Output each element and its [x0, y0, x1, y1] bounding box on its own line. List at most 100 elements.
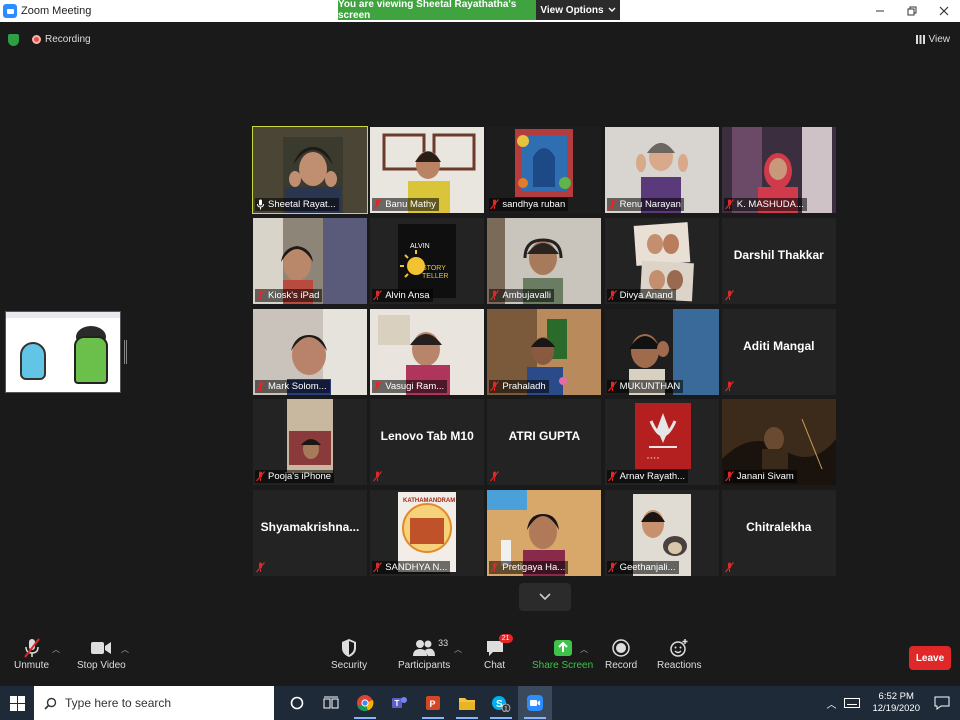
tray-chevron-up-icon[interactable]: ︿ [826, 696, 836, 711]
participant-name-label: Renu Narayan [606, 198, 684, 211]
video-options-caret[interactable]: ︿ [121, 644, 129, 654]
participant-tile[interactable]: Aditi Mangal [721, 308, 836, 395]
svg-text:P: P [430, 699, 436, 709]
svg-text:KATHAMANDRAM: KATHAMANDRAM [403, 498, 455, 504]
participant-tile[interactable]: Ambujavalli [487, 217, 602, 304]
windows-logo-icon [9, 695, 25, 711]
participant-tile[interactable]: ATRI GUPTA [487, 399, 602, 486]
participant-tile[interactable]: Chitralekha [721, 490, 836, 577]
participant-tile[interactable]: Lenovo Tab M10 [370, 399, 485, 486]
zoom-meeting-window: Zoom Meeting You are viewing Sheetal Ray… [0, 0, 960, 720]
taskbar-apps: T P S1 [280, 686, 552, 720]
participant-name-label: Pretigaya Ha... [489, 561, 569, 575]
muted-mic-icon [373, 471, 383, 482]
participant-tile[interactable]: Divya Anand [604, 217, 719, 304]
muted-mic-icon [724, 562, 734, 573]
participant-tile[interactable]: Banu Mathy [370, 127, 485, 213]
muted-mic-icon [490, 289, 500, 301]
close-icon [939, 6, 949, 16]
skype-icon: S1 [492, 696, 511, 712]
search-icon [44, 697, 57, 710]
participant-name-label: MUKUNTHAN [606, 379, 684, 393]
participant-tile[interactable]: KATHAMANDRAM SANDHYA N... [370, 490, 485, 577]
shared-screen-thumbnail[interactable] [5, 311, 121, 393]
participant-tile[interactable]: * * * * Arnav Rayath... [604, 399, 719, 486]
chat-label: Chat [484, 660, 506, 671]
svg-text:TELLER: TELLER [422, 273, 448, 280]
skype-app[interactable]: S1 [484, 686, 518, 720]
windows-start-button[interactable] [0, 686, 34, 720]
participant-tile[interactable]: Darshil Thakkar [721, 217, 836, 304]
restore-icon [907, 6, 917, 16]
view-options-label: View Options [540, 4, 604, 16]
participant-tile[interactable]: Mark Solom... [253, 308, 367, 395]
participant-tile[interactable]: Renu Narayan [604, 127, 719, 213]
participant-tile[interactable]: MUKUNTHAN [604, 308, 719, 395]
participants-button[interactable]: 33 Participants [398, 636, 450, 671]
participant-tile[interactable]: Kiosk's iPad [253, 217, 367, 304]
participant-display-name: Chitralekha [746, 520, 812, 535]
muted-mic-icon [724, 471, 734, 482]
participant-display-name: Aditi Mangal [743, 338, 815, 353]
view-options-button[interactable]: View Options [536, 0, 620, 20]
maximize-button[interactable] [896, 0, 928, 22]
zoom-taskbar-app[interactable] [518, 686, 552, 720]
unmute-button[interactable]: Unmute [14, 636, 49, 671]
cortana-button[interactable] [280, 686, 314, 720]
task-view-button[interactable] [314, 686, 348, 720]
svg-text:STORY: STORY [422, 265, 446, 272]
participant-tile[interactable]: sandhya ruban [487, 127, 602, 213]
record-dot-icon [32, 35, 41, 44]
minimize-button[interactable] [864, 0, 896, 22]
participant-tile[interactable]: ALVIN STORY TELLER Alvin Ansa [370, 217, 485, 304]
participant-tile[interactable]: K. MASHUDA... [721, 127, 836, 213]
grid-view-icon [915, 35, 925, 44]
participant-display-name: Lenovo Tab M10 [380, 429, 474, 444]
participant-tile[interactable]: Sheetal Rayat... [252, 126, 368, 214]
taskbar-search-box[interactable]: Type here to search [34, 686, 274, 720]
stop-video-button[interactable]: Stop Video [77, 636, 126, 671]
recording-indicator[interactable]: Recording [32, 34, 91, 45]
teams-app[interactable]: T [382, 686, 416, 720]
encryption-shield-icon[interactable] [8, 34, 19, 46]
powerpoint-app[interactable]: P [416, 686, 450, 720]
chat-button[interactable]: 21 Chat [484, 634, 513, 671]
participant-tile[interactable]: Prahaladh [487, 308, 602, 395]
leave-button[interactable]: Leave [909, 646, 951, 670]
record-button[interactable]: Record [605, 636, 637, 671]
muted-mic-icon [607, 380, 617, 391]
close-button[interactable] [928, 0, 960, 22]
muted-mic-icon [256, 380, 265, 391]
audio-options-caret[interactable]: ︿ [52, 644, 60, 654]
share-options-caret[interactable]: ︿ [580, 644, 588, 654]
notifications-icon[interactable] [934, 696, 950, 710]
file-explorer-app[interactable] [450, 686, 484, 720]
participants-options-caret[interactable]: ︿ [454, 644, 462, 654]
participant-tile[interactable]: Pooja's iPhone [253, 399, 367, 486]
taskbar-clock[interactable]: 6:52 PM 12/19/2020 [872, 691, 920, 715]
participant-name-label: Kiosk's iPad [255, 288, 323, 302]
muted-mic-icon [373, 199, 383, 210]
muted-mic-icon [724, 289, 734, 301]
participant-tile[interactable]: Shyamakrishna... [253, 490, 367, 577]
view-layout-button[interactable]: View [915, 34, 950, 45]
participant-tile[interactable]: Geethanjali... [604, 490, 719, 577]
svg-text:* * * *: * * * * [647, 457, 659, 463]
split-resize-handle[interactable] [124, 340, 127, 364]
participant-display-name: Darshil Thakkar [733, 247, 824, 262]
next-page-button[interactable] [519, 583, 571, 611]
chat-unread-badge: 21 [498, 634, 513, 643]
chrome-app[interactable] [348, 686, 382, 720]
reactions-button[interactable]: Reactions [657, 636, 701, 671]
muted-mic-icon [607, 471, 617, 482]
participant-name-label: Sheetal Rayat... [255, 198, 339, 211]
security-button[interactable]: Security [331, 636, 367, 671]
cortana-circle-icon [290, 696, 304, 710]
participant-tile[interactable]: Janani Sivam [721, 399, 836, 486]
participant-name-label: Vasugi Ram... [372, 379, 448, 393]
speaking-mic-icon [257, 199, 264, 210]
participant-tile[interactable]: Pretigaya Ha... [487, 490, 602, 577]
participant-tile[interactable]: Vasugi Ram... [370, 308, 485, 395]
muted-mic-icon [490, 380, 500, 391]
keyboard-icon[interactable] [844, 698, 861, 708]
